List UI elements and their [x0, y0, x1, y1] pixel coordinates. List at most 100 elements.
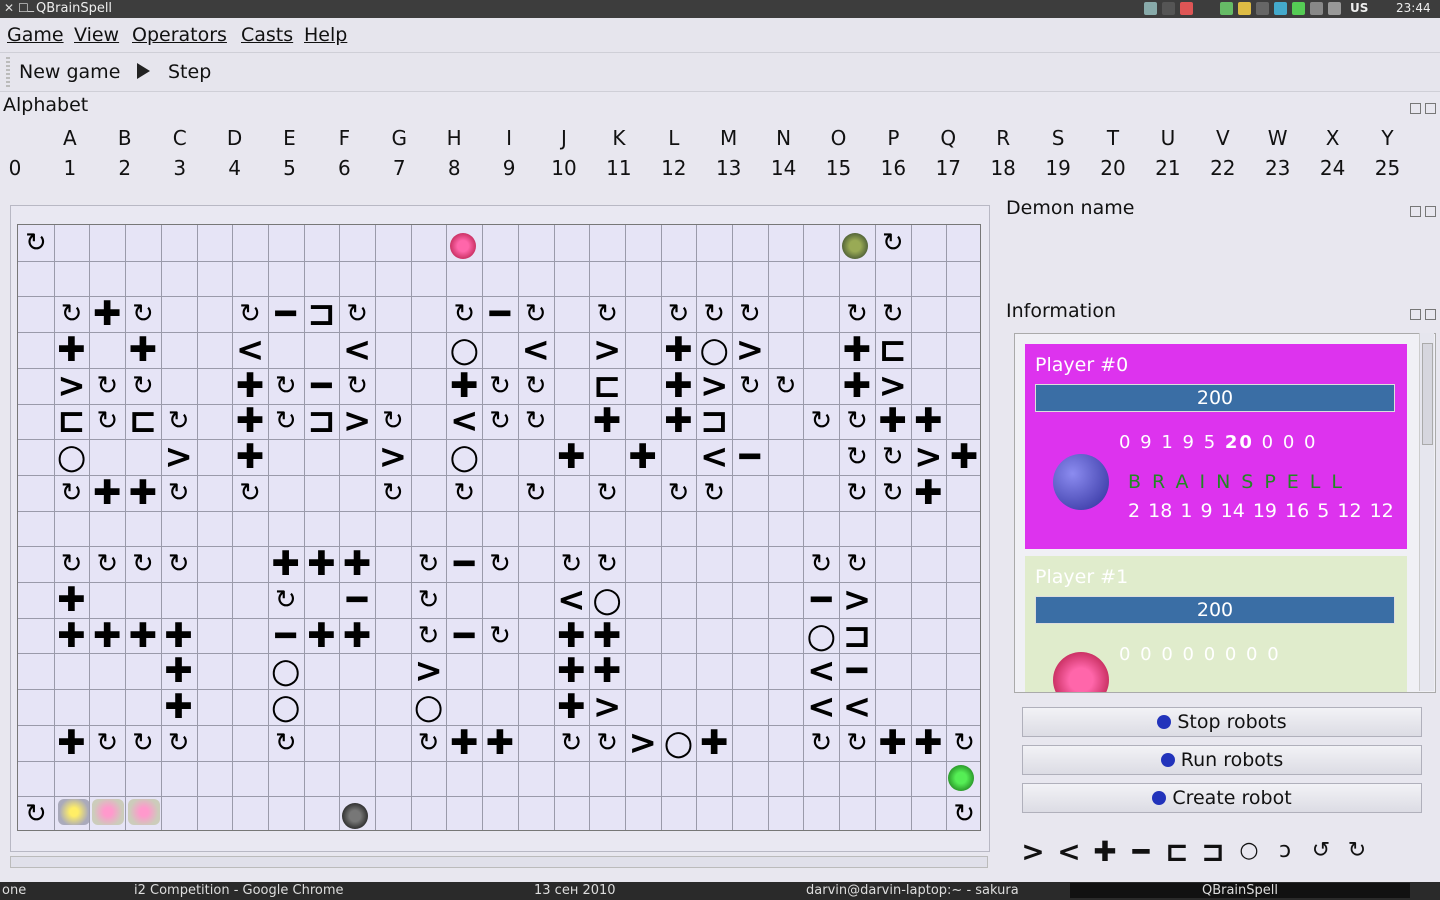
board-operator[interactable]: ↻: [339, 296, 375, 332]
play-icon[interactable]: [137, 63, 150, 79]
menu-view[interactable]: View: [74, 24, 119, 46]
board-operator[interactable]: ✚: [554, 439, 590, 475]
operator-palette-item[interactable]: ↄ: [1267, 838, 1303, 863]
close-icon[interactable]: [1425, 309, 1436, 320]
board-operator[interactable]: >: [375, 439, 411, 475]
board-operator[interactable]: ↻: [518, 475, 554, 511]
board-operator[interactable]: <: [446, 404, 482, 440]
operator-palette-item[interactable]: ━: [1123, 835, 1159, 868]
board-operator[interactable]: ↻: [268, 368, 304, 404]
taskbar-item-files[interactable]: 13 сен 2010: [534, 883, 616, 898]
operator-palette-item[interactable]: <: [1051, 835, 1087, 868]
board-operator[interactable]: ✚: [875, 404, 911, 440]
board-operator[interactable]: ↻: [54, 475, 90, 511]
menu-help[interactable]: Help: [304, 24, 347, 46]
jar-sprite[interactable]: [92, 799, 124, 825]
board-operator[interactable]: ↻: [554, 725, 590, 761]
operator-palette-item[interactable]: ○: [1231, 838, 1267, 863]
board-operator[interactable]: ↻: [696, 475, 732, 511]
board-operator[interactable]: >: [339, 404, 375, 440]
new-game-button[interactable]: New game: [19, 61, 120, 83]
board-operator[interactable]: ✚: [304, 546, 340, 582]
board-operator[interactable]: ✚: [54, 582, 90, 618]
board-operator[interactable]: ↻: [54, 546, 90, 582]
tray-icon-terminal[interactable]: [1162, 2, 1175, 15]
board-operator[interactable]: ○: [268, 653, 304, 689]
board-operator[interactable]: ⊏: [54, 404, 90, 440]
board-operator[interactable]: ✚: [339, 546, 375, 582]
board-operator[interactable]: ○: [696, 332, 732, 368]
board-operator[interactable]: ↻: [875, 439, 911, 475]
menu-operators[interactable]: Operators: [132, 24, 227, 46]
board-operator[interactable]: ↻: [803, 725, 839, 761]
board-operator[interactable]: ✚: [125, 475, 161, 511]
board-operator[interactable]: ↻: [839, 296, 875, 332]
board-operator[interactable]: ✚: [911, 475, 947, 511]
board-operator[interactable]: ━: [268, 296, 304, 332]
board-operator[interactable]: ↻: [875, 296, 911, 332]
board-operator[interactable]: ✚: [589, 653, 625, 689]
board-operator[interactable]: ━: [446, 546, 482, 582]
operator-palette-item[interactable]: ⊏: [1159, 835, 1195, 868]
taskbar-item-chrome[interactable]: i2 Competition - Google Chrome: [134, 883, 344, 898]
board-operator[interactable]: >: [875, 368, 911, 404]
board-operator[interactable]: ○: [803, 618, 839, 654]
close-icon[interactable]: [1425, 103, 1436, 114]
board-operator[interactable]: ↻: [161, 546, 197, 582]
board-operator[interactable]: ✚: [89, 618, 125, 654]
board-operator[interactable]: ━: [803, 582, 839, 618]
tray-icon-skype[interactable]: [1292, 2, 1305, 15]
board-operator[interactable]: ○: [411, 689, 447, 725]
board-operator[interactable]: ○: [446, 332, 482, 368]
board-operator[interactable]: ↻: [411, 582, 447, 618]
board-operator[interactable]: ✚: [554, 689, 590, 725]
board-operator[interactable]: ✚: [625, 439, 661, 475]
board-operator[interactable]: ✚: [54, 332, 90, 368]
step-button[interactable]: Step: [168, 61, 211, 83]
board-operator[interactable]: ⊏: [875, 332, 911, 368]
board-operator[interactable]: ━: [839, 653, 875, 689]
board-operator[interactable]: ↻: [161, 475, 197, 511]
board-operator[interactable]: ━: [732, 439, 768, 475]
board-operator[interactable]: ⊐: [304, 404, 340, 440]
tray-icon-volume[interactable]: [1328, 2, 1341, 15]
board-operator[interactable]: ✚: [589, 618, 625, 654]
board-operator[interactable]: >: [54, 368, 90, 404]
board-operator[interactable]: ↻: [446, 475, 482, 511]
board-operator[interactable]: <: [339, 332, 375, 368]
board-operator[interactable]: ⊏: [589, 368, 625, 404]
board-operator[interactable]: ↻: [803, 546, 839, 582]
board-operator[interactable]: ✚: [554, 653, 590, 689]
board-operator[interactable]: ↻: [411, 725, 447, 761]
board-operator[interactable]: ↻: [125, 725, 161, 761]
board-operator[interactable]: ✚: [89, 475, 125, 511]
board-operator[interactable]: ✚: [946, 439, 980, 475]
board-operator[interactable]: ✚: [839, 332, 875, 368]
tray-icon-network[interactable]: [1310, 2, 1323, 15]
board-operator[interactable]: ✚: [161, 689, 197, 725]
board-operator[interactable]: ↻: [839, 475, 875, 511]
board-operator[interactable]: ↻: [375, 404, 411, 440]
board-operator[interactable]: ✚: [161, 653, 197, 689]
board-operator[interactable]: ↻: [268, 582, 304, 618]
board-operator[interactable]: ↻: [446, 296, 482, 332]
board-operator[interactable]: ↻: [803, 404, 839, 440]
board-operator[interactable]: ✚: [911, 725, 947, 761]
board-operator[interactable]: ↻: [268, 404, 304, 440]
board-operator[interactable]: ✚: [89, 296, 125, 332]
board-operator[interactable]: ↻: [875, 475, 911, 511]
taskbar-item-qbrainspell[interactable]: QBrainSpell: [1070, 883, 1410, 898]
board-operator[interactable]: ✚: [232, 368, 268, 404]
clock[interactable]: 23:44: [1396, 1, 1431, 15]
board-operator[interactable]: ↻: [18, 225, 54, 261]
board-operator[interactable]: ✚: [125, 332, 161, 368]
board-operator[interactable]: ○: [661, 725, 697, 761]
board-operator[interactable]: ↻: [89, 546, 125, 582]
board-operator[interactable]: ↻: [839, 439, 875, 475]
board-operator[interactable]: ✚: [554, 618, 590, 654]
board-operator[interactable]: >: [589, 689, 625, 725]
board-operator[interactable]: <: [554, 582, 590, 618]
board-operator[interactable]: ↻: [411, 546, 447, 582]
jar-sprite[interactable]: [128, 799, 160, 825]
board-operator[interactable]: >: [625, 725, 661, 761]
